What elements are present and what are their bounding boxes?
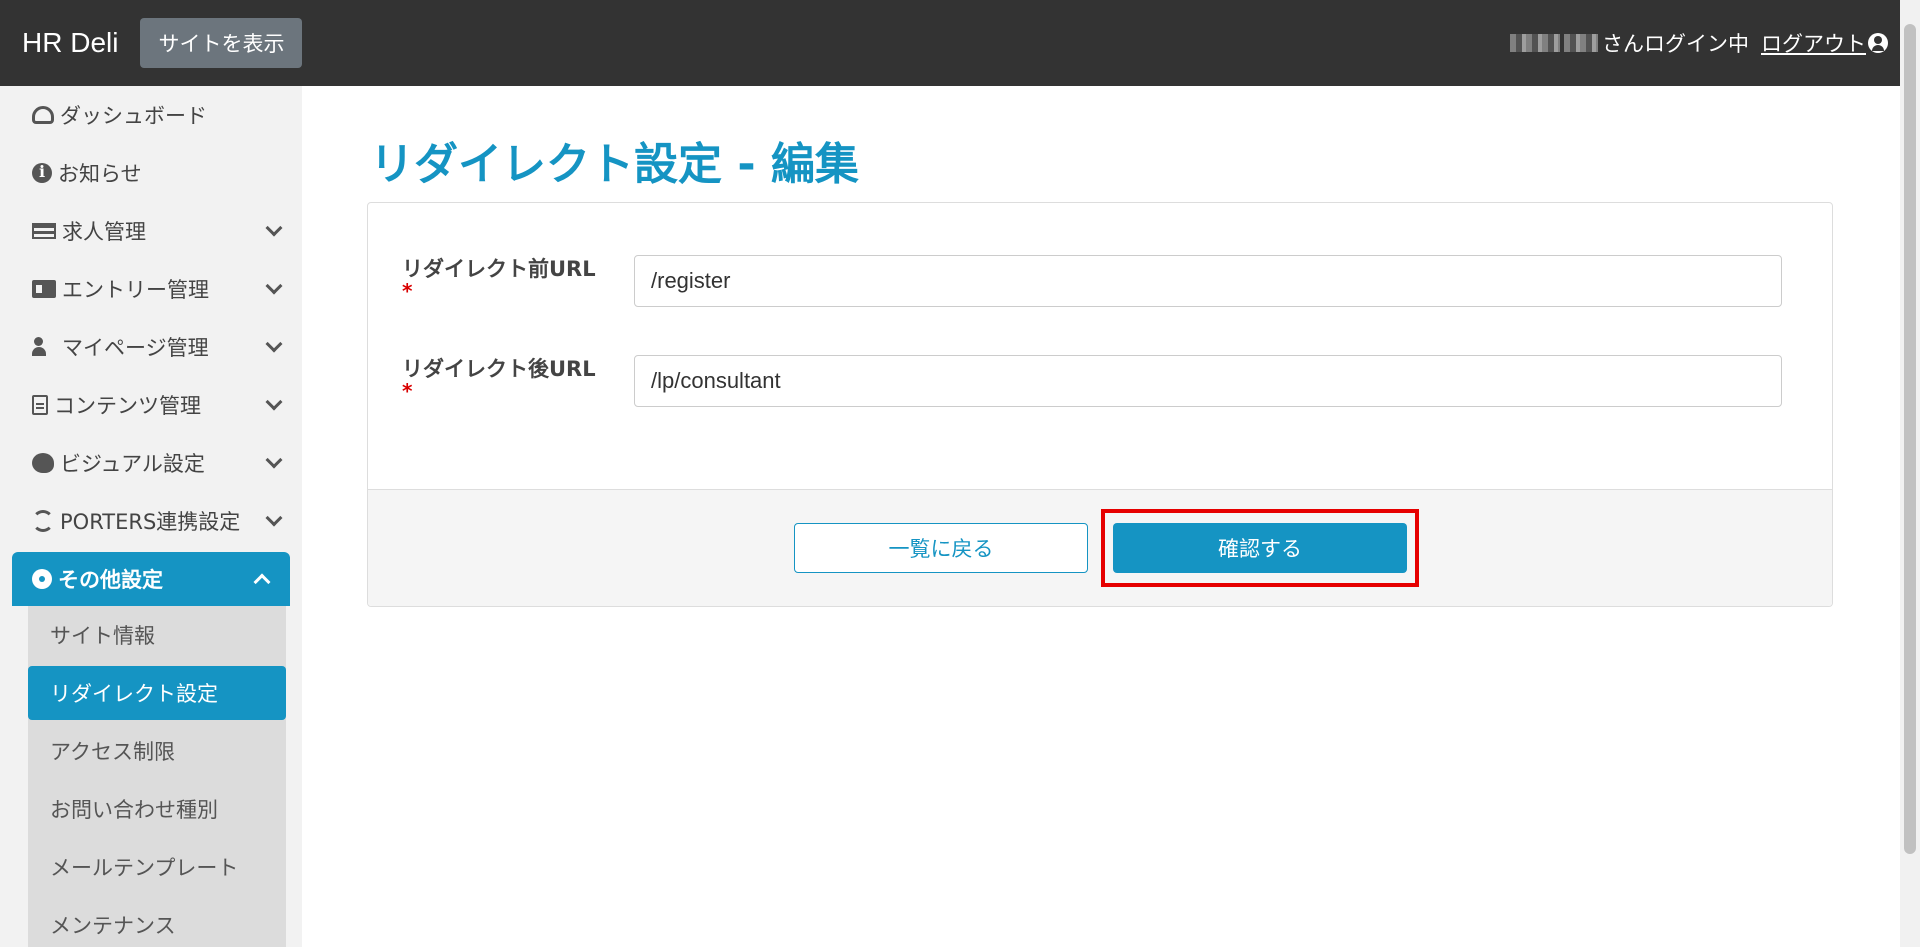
sidebar-item-label: お知らせ <box>58 162 142 186</box>
page-title: リダイレクト設定 - 編集 <box>370 139 859 190</box>
top-header: HR Deli サイトを表示 さんログイン中 ログアウト <box>0 0 1900 86</box>
chevron-down-icon <box>265 393 283 411</box>
sidebar-item-jobs[interactable]: 求人管理 <box>0 202 302 260</box>
form-footer: 一覧に戻る 確認する <box>368 489 1832 606</box>
sidebar-item-label: エントリー管理 <box>62 278 209 302</box>
user-area: さんログイン中 ログアウト <box>1510 0 1888 86</box>
before-url-input[interactable]: /register <box>634 255 1782 307</box>
sidebar-item-label: ダッシュボード <box>60 104 207 128</box>
back-to-list-button[interactable]: 一覧に戻る <box>794 523 1088 573</box>
login-status: さんログイン中 <box>1602 32 1749 56</box>
submenu-item-inquiry-types[interactable]: お問い合わせ種別 <box>28 780 286 838</box>
sidebar-item-mypage[interactable]: マイページ管理 <box>0 318 302 376</box>
confirm-button[interactable]: 確認する <box>1113 523 1407 573</box>
sync-icon <box>32 510 54 532</box>
field-label-text: リダイレクト前URL <box>402 257 596 281</box>
info-icon <box>32 162 52 183</box>
sidebar-item-porters[interactable]: PORTERS連携設定 <box>0 492 302 550</box>
after-url-input[interactable]: /lp/consultant <box>634 355 1782 407</box>
blurred-username <box>1510 34 1598 52</box>
sidebar-item-label: 求人管理 <box>62 220 146 244</box>
chevron-down-icon <box>265 451 283 469</box>
user-circle-icon[interactable] <box>1868 33 1888 53</box>
submenu-item-maintenance[interactable]: メンテナンス <box>28 896 286 947</box>
submenu-item-site-info[interactable]: サイト情報 <box>28 606 286 664</box>
page-scrollbar[interactable] <box>1900 0 1920 947</box>
sidebar-item-label: コンテンツ管理 <box>54 394 201 418</box>
sidebar-item-other-settings[interactable]: その他設定 <box>12 552 290 606</box>
required-mark: * <box>402 279 413 303</box>
redirect-form-card: リダイレクト前URL * /register リダイレクト後URL * /lp/… <box>367 202 1833 607</box>
sidebar-item-visual[interactable]: ビジュアル設定 <box>0 434 302 492</box>
gear-icon <box>32 569 52 589</box>
dashboard-icon <box>32 106 54 124</box>
sidebar-item-entries[interactable]: エントリー管理 <box>0 260 302 318</box>
chevron-up-icon <box>253 573 271 591</box>
submenu-item-mail-templates[interactable]: メールテンプレート <box>28 838 286 896</box>
user-cog-icon <box>32 337 56 357</box>
chevron-down-icon <box>265 219 283 237</box>
scrollbar-thumb[interactable] <box>1904 24 1916 854</box>
sidebar-item-contents[interactable]: コンテンツ管理 <box>0 376 302 434</box>
form-row-before-url: リダイレクト前URL * /register <box>402 255 1782 307</box>
file-icon <box>32 395 48 415</box>
field-label: リダイレクト前URL * <box>402 255 634 307</box>
form-row-after-url: リダイレクト後URL * /lp/consultant <box>402 355 1782 407</box>
required-mark: * <box>402 379 413 403</box>
submenu-item-redirect[interactable]: リダイレクト設定 <box>28 666 286 720</box>
field-label: リダイレクト後URL * <box>402 355 634 407</box>
sidebar-item-news[interactable]: お知らせ <box>0 144 302 202</box>
palette-icon <box>32 453 54 473</box>
chevron-down-icon <box>265 335 283 353</box>
sidebar-item-label: マイページ管理 <box>62 336 209 360</box>
sidebar-item-dashboard[interactable]: ダッシュボード <box>0 86 302 144</box>
sidebar-item-label: PORTERS連携設定 <box>60 510 241 534</box>
chevron-down-icon <box>265 277 283 295</box>
sidebar-item-label: ビジュアル設定 <box>60 452 205 476</box>
other-settings-submenu: サイト情報 リダイレクト設定 アクセス制限 お問い合わせ種別 メールテンプレート… <box>28 606 286 947</box>
list-icon <box>32 223 56 239</box>
logout-link[interactable]: ログアウト <box>1761 28 1866 58</box>
view-site-button[interactable]: サイトを表示 <box>140 18 303 68</box>
field-label-text: リダイレクト後URL <box>402 357 596 381</box>
submenu-item-access-limit[interactable]: アクセス制限 <box>28 722 286 780</box>
id-card-icon <box>32 280 56 298</box>
sidebar: ダッシュボード お知らせ 求人管理 エントリー管理 マイページ管理 コンテンツ管… <box>0 86 302 947</box>
sidebar-item-label: その他設定 <box>58 568 163 592</box>
brand-logo[interactable]: HR Deli <box>22 27 118 59</box>
chevron-down-icon <box>265 509 283 527</box>
